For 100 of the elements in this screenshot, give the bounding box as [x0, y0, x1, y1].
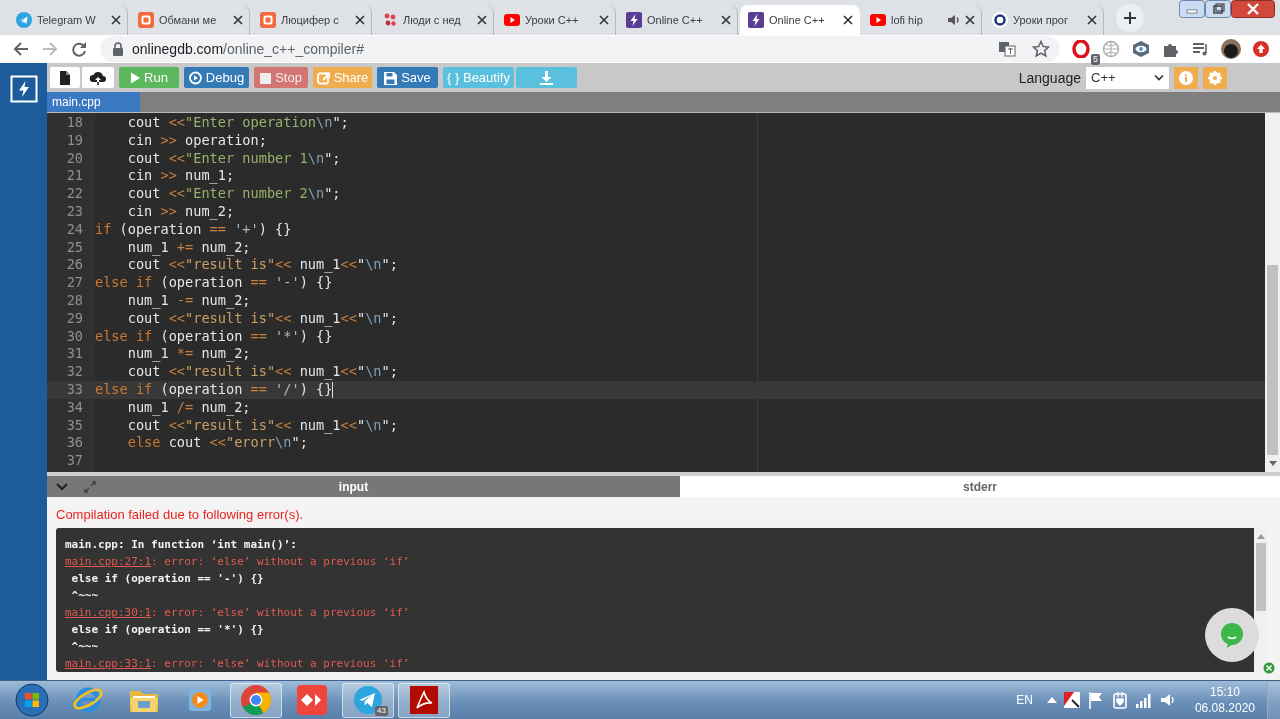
paper-plane-icon — [16, 12, 32, 28]
square-icon — [260, 12, 276, 28]
file-icon — [59, 70, 71, 85]
scrollbar[interactable] — [1254, 528, 1268, 672]
code-line: cout <<"Enter number 2\n"; — [126, 185, 341, 203]
play-icon — [870, 12, 886, 28]
line-number: 19 — [65, 131, 84, 150]
close-icon[interactable] — [721, 15, 731, 25]
speaker-icon[interactable] — [946, 13, 960, 27]
code-line: num_1 /= num_2; — [126, 398, 251, 417]
taskbar-button[interactable] — [398, 682, 450, 718]
paper-plane-icon — [351, 683, 385, 717]
speaker-icon[interactable] — [1158, 691, 1177, 709]
new-file-button[interactable] — [50, 67, 80, 88]
stop-icon — [260, 70, 272, 85]
keyboard-language[interactable]: EN — [1016, 693, 1033, 707]
gear-icon — [1208, 70, 1222, 85]
restore-icon[interactable] — [1205, 0, 1231, 18]
error-link[interactable]: main.cpp:33:1 — [65, 657, 152, 670]
code-line: if (operation == '+') {} — [95, 220, 292, 239]
close-icon[interactable] — [355, 15, 365, 25]
close-icon[interactable] — [1231, 0, 1275, 18]
code-line: cout <<"result is"<< num_1<<"\n"; — [126, 256, 398, 275]
code-line: cout <<"Enter operation\n"; — [126, 114, 349, 132]
language-select[interactable]: C++ — [1086, 66, 1169, 89]
address-bar[interactable]: onlinegdb.com/online_c++_compiler# — [100, 36, 1060, 62]
close-icon[interactable] — [1087, 15, 1097, 25]
flag-icon[interactable] — [1086, 691, 1105, 709]
error-link[interactable]: main.cpp:30:1 — [65, 606, 152, 619]
close-icon[interactable] — [965, 15, 975, 25]
line-number: 28 — [65, 291, 84, 310]
close-icon[interactable] — [233, 15, 243, 25]
clock-date[interactable]: 06.08.2020 — [1194, 700, 1255, 716]
panel-tab[interactable]: stderr — [680, 476, 1280, 497]
eye-icon[interactable] — [1132, 40, 1150, 58]
scroll-down-icon[interactable] — [1268, 461, 1277, 466]
clock-time[interactable]: 15:10 — [1209, 684, 1240, 700]
url-text: onlinegdb.com/online_c++_compiler# — [132, 41, 365, 57]
line-number: 26 — [65, 256, 84, 275]
browser-tab[interactable]: Online C++ — [740, 5, 860, 35]
avatar-icon[interactable] — [1221, 39, 1241, 59]
upload-button[interactable] — [82, 67, 114, 88]
line-number: 18 — [65, 114, 84, 132]
power-plug-icon[interactable] — [1110, 691, 1129, 709]
star-icon[interactable] — [1032, 40, 1050, 58]
output-text: else if (operation == '-') {} — [70, 572, 264, 585]
close-icon[interactable] — [477, 15, 487, 25]
close-icon[interactable] — [843, 15, 853, 25]
scrollbar[interactable] — [1265, 113, 1280, 472]
line-number: 25 — [65, 238, 84, 257]
share-icon — [316, 70, 330, 85]
reload-icon[interactable] — [70, 40, 88, 58]
error-text: : error: ‘else’ without a previous ‘if’ — [151, 606, 410, 619]
error-message: Compilation failed due to following error(s). — [56, 507, 305, 522]
up-arrow-icon[interactable] — [1046, 697, 1057, 703]
chat-bubble-icon — [1219, 622, 1245, 648]
translate-icon[interactable] — [998, 40, 1016, 58]
line-number: 35 — [65, 416, 84, 435]
opera-icon[interactable] — [1072, 40, 1090, 58]
run-button[interactable]: Run — [119, 67, 179, 88]
code-line: else if (operation == '-') {} — [95, 274, 333, 292]
line-number: 22 — [65, 185, 84, 203]
new-tab-icon[interactable] — [1116, 4, 1144, 32]
error-link[interactable]: main.cpp:27:1 — [65, 555, 152, 568]
lightning-logo-icon[interactable] — [9, 75, 38, 103]
playlist-icon[interactable] — [1192, 40, 1210, 58]
line-number: 20 — [65, 149, 84, 168]
taskbar-button[interactable] — [230, 682, 282, 718]
shield-icon[interactable] — [1062, 691, 1081, 709]
output-text: main.cpp: In function ‘int main()’: — [65, 538, 297, 551]
count-badge: 5 — [1091, 54, 1100, 65]
language-label: Language — [1018, 69, 1081, 86]
lock-icon — [112, 42, 124, 56]
close-icon[interactable] — [599, 15, 609, 25]
play-icon — [130, 70, 141, 85]
file-tab[interactable]: main.cpp — [47, 92, 140, 112]
code-line: num_1 -= num_2; — [126, 291, 251, 310]
line-number: 23 — [65, 203, 84, 221]
circle-play-icon — [188, 70, 202, 85]
chrome-icon — [239, 683, 273, 717]
chevron-down-icon[interactable] — [56, 482, 68, 491]
code-line: cin >> num_2; — [126, 203, 235, 221]
save-button[interactable]: Save — [377, 67, 438, 88]
square-icon — [138, 12, 154, 28]
taskbar-button[interactable]: 43 — [342, 682, 394, 718]
code-line: else cout <<"erorr\n"; — [126, 434, 308, 453]
signal-icon[interactable] — [1134, 691, 1153, 709]
panel-tab[interactable]: input — [107, 476, 660, 497]
back-icon[interactable] — [12, 40, 30, 58]
code-line: cout <<"result is"<< num_1<<"\n"; — [126, 416, 398, 435]
close-icon[interactable] — [111, 15, 121, 25]
error-text: : error: ‘else’ without a previous ‘if’ — [151, 657, 410, 670]
line-number: 21 — [65, 167, 84, 186]
output-text: ^~~~ — [70, 589, 99, 602]
update-icon[interactable] — [1252, 40, 1270, 58]
line-number: 24 — [65, 220, 84, 239]
count-badge: 43 — [375, 705, 388, 716]
minimize-icon[interactable] — [1179, 0, 1205, 18]
code-line: else if (operation == '*') {} — [95, 327, 333, 346]
debug-button[interactable]: Debug — [184, 67, 249, 88]
